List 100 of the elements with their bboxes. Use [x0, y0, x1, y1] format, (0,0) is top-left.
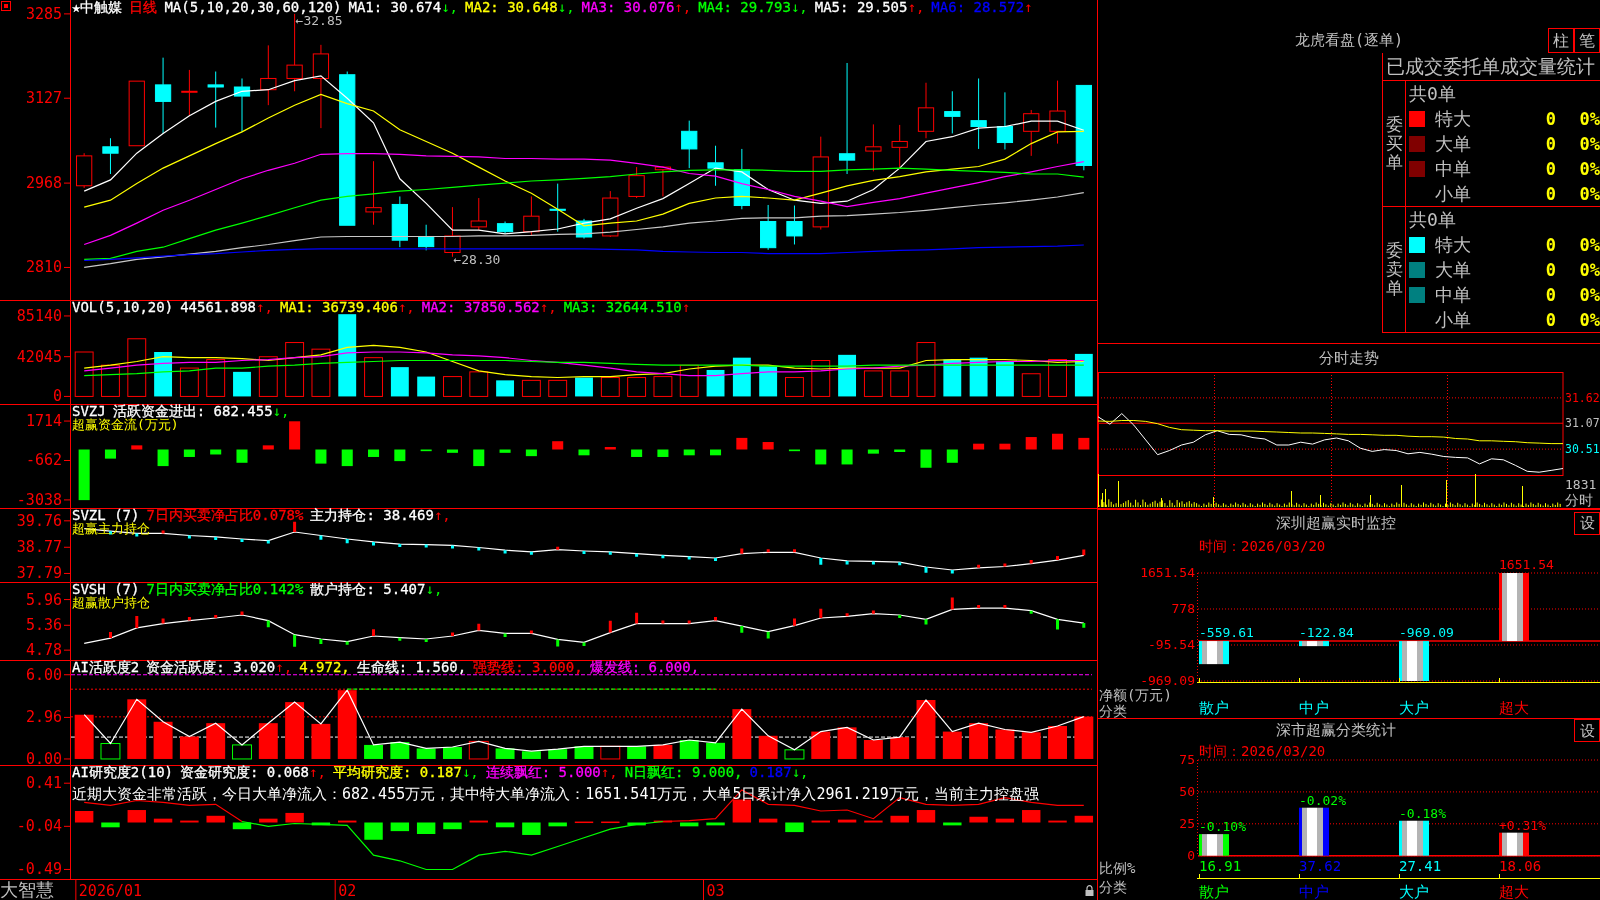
activity-bar: [653, 744, 673, 759]
flow-bar: [315, 449, 327, 464]
volume-bar: [233, 371, 251, 397]
volume-bar: [863, 370, 883, 397]
flow-bar: [341, 449, 353, 467]
mode-button[interactable]: 笔: [1574, 28, 1600, 53]
indicator-label: 资金活跃度: 3.020: [146, 660, 276, 674]
axis-label: -0.49: [16, 860, 62, 879]
flow-bar: [525, 449, 537, 457]
flow-bar: [210, 449, 222, 455]
axis-label: 2810: [25, 258, 62, 277]
flow-bar: [788, 449, 800, 452]
flow-bar: [289, 421, 301, 450]
research-bar: [785, 822, 804, 833]
research-bar: [758, 818, 778, 823]
order-share: 0%: [1578, 158, 1600, 179]
flow-bar: [1052, 433, 1064, 450]
activity-bar: [1048, 726, 1067, 759]
flow-bar: [973, 443, 985, 450]
research-bar: [259, 818, 278, 823]
volume-bar: [679, 364, 699, 397]
axis-label: 39.76: [16, 511, 62, 530]
axis-label: 1651.54: [1140, 565, 1195, 580]
activity-bar: [679, 740, 699, 759]
indicator-label: MA2: 37850.562: [421, 300, 540, 314]
axis-label: 42045: [16, 347, 62, 366]
candle: [1023, 109, 1040, 157]
activity-bar: [258, 723, 278, 759]
flow-bar: [183, 449, 195, 457]
volume-bar: [838, 354, 856, 397]
table-title: 已成交委托单成交量统计: [1383, 53, 1600, 81]
indicator-label: AI活跃度2: [72, 660, 140, 674]
flow-bar: [157, 449, 169, 467]
volume-bar: [206, 359, 226, 397]
date-label: 03: [706, 882, 725, 900]
research-bar: [364, 822, 383, 840]
indicator-label: 生命线: 1.560,: [356, 660, 467, 674]
order-size-label: 特大: [1435, 232, 1472, 257]
indicator-label: 散户持仓: 5.407: [310, 582, 426, 596]
research-bar: [469, 820, 488, 823]
activity-bar: [127, 699, 147, 759]
category-label: 超大: [1499, 883, 1529, 900]
candle: [470, 197, 487, 231]
order-count: 0: [1544, 158, 1556, 179]
indicator-label: AI研究度2(10): [72, 765, 173, 779]
research-bar: [416, 822, 436, 834]
group-label: 委买单: [1385, 115, 1403, 172]
volume-bar: [575, 377, 593, 397]
axis-label: 0.00: [25, 749, 62, 765]
net-flow-bar: [1299, 641, 1329, 647]
axis-label: 0: [1187, 847, 1195, 863]
indicator-label: ★中触媒: [72, 0, 123, 14]
indicator-label: MA1: 30.674: [348, 0, 442, 14]
candle: [523, 195, 540, 236]
order-count: 0: [1544, 284, 1556, 305]
change-label: -0.18%: [1399, 805, 1446, 821]
activity-bar: [337, 690, 357, 759]
candle: [549, 183, 566, 233]
research-bar: [1022, 810, 1041, 823]
volume-bar: [969, 357, 988, 397]
candle: [128, 80, 145, 147]
candle: [891, 124, 908, 169]
settings-button[interactable]: 设: [1574, 719, 1600, 742]
panel-title: 深市超赢分类统计: [1275, 721, 1397, 740]
flow-bar: [920, 449, 932, 468]
research-bar: [890, 815, 909, 823]
panel-title: 龙虎看盘(逐单): [1294, 31, 1404, 50]
activity-bar: [443, 747, 462, 759]
trend-arrow: ↑,: [275, 660, 293, 674]
activity-bar: [811, 731, 831, 759]
mode-button[interactable]: 柱: [1548, 28, 1574, 53]
indicator-label: 资金研究度: 0.068: [180, 765, 310, 779]
order-count: 0: [1544, 183, 1556, 204]
order-share: 0%: [1578, 259, 1600, 280]
value-label: -969.09: [1399, 625, 1454, 641]
research-bar: [232, 822, 252, 830]
candle: [996, 91, 1014, 150]
flow-bar: [131, 445, 143, 450]
settings-button[interactable]: 设: [1574, 511, 1600, 535]
research-bar: [943, 822, 962, 826]
indicator-label: MA(5,10,20,30,60,120): [164, 0, 342, 14]
flow-bar: [657, 449, 669, 457]
flow-bar: [1025, 437, 1037, 450]
share-bar: [1499, 832, 1529, 856]
axis-label: -3038: [16, 490, 62, 508]
axis-label: -0.04: [16, 817, 62, 836]
activity-bar: [784, 749, 805, 760]
research-bar: [127, 810, 146, 823]
flow-bar: [710, 449, 722, 456]
axis-label: -969.09: [1140, 673, 1195, 688]
candle: [391, 195, 408, 248]
order-share: 0%: [1578, 183, 1600, 204]
trend-arrow: ↑,: [309, 765, 326, 779]
research-bar: [732, 799, 752, 823]
order-share: 0%: [1578, 284, 1600, 305]
flow-bar: [104, 449, 116, 459]
volume-bar: [1021, 373, 1041, 397]
volume-bar: [417, 376, 436, 397]
change-label: -0.02%: [1299, 792, 1346, 808]
indicator-label: 44561.898: [180, 300, 256, 314]
